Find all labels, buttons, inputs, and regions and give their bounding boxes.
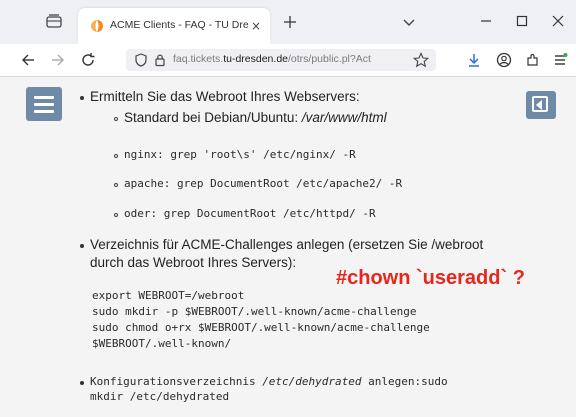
url-path: /otrs/public.pl?Act xyxy=(288,53,371,65)
favicon-icon xyxy=(91,20,103,32)
list-bullet xyxy=(80,244,84,248)
step-create-challenge-dir: Verzeichnis für ACME-Challenges anlegen … xyxy=(90,237,484,252)
apache-grep-command: apache: grep DocumentRoot /etc/apache2/ … xyxy=(124,177,403,190)
address-bar[interactable]: faq.tickets.tu-dresden.de/otrs/public.pl… xyxy=(126,49,436,71)
code-line: export WEBROOT=/webroot xyxy=(92,289,245,302)
sub-bullet xyxy=(114,117,118,121)
menu-line xyxy=(34,96,54,99)
debian-default-line: Standard bei Debian/Ubuntu: /var/www/htm… xyxy=(124,110,387,125)
code-line: sudo chmod o+rx $WEBROOT/.well-known/acm… xyxy=(92,321,430,334)
url-text[interactable]: faq.tickets.tu-dresden.de/otrs/public.pl… xyxy=(173,53,403,69)
config-dir-prefix: Konfigurationsverzeichnis xyxy=(90,375,263,388)
list-tabs-chevron-icon[interactable] xyxy=(402,15,416,29)
lock-icon[interactable] xyxy=(153,53,167,67)
step-determine-webroot: Ermitteln Sie das Webroot Ihres Webserve… xyxy=(90,89,360,104)
config-dir-command: mkdir /etc/dehydrated xyxy=(90,390,230,403)
browser-tab[interactable]: ACME Clients - FAQ - TU Dresd × xyxy=(78,8,270,44)
bookmark-star-icon[interactable] xyxy=(413,52,429,68)
url-prefix: faq.tickets. xyxy=(173,53,224,65)
tab-close-icon[interactable]: × xyxy=(249,19,263,33)
new-tab-icon[interactable] xyxy=(281,13,299,31)
tab-title: ACME Clients - FAQ - TU Dresd xyxy=(110,19,248,31)
tracking-shield-icon[interactable] xyxy=(134,53,148,67)
list-bullet xyxy=(80,381,84,385)
config-dir-path: /etc/dehydrated xyxy=(262,375,362,388)
debian-default-label: Standard bei Debian/Ubuntu: xyxy=(124,110,302,125)
debian-default-path: /var/www/html xyxy=(301,110,387,125)
menu-line xyxy=(34,103,54,106)
config-dir-suffix: anlegen:sudo xyxy=(361,375,448,388)
maximize-icon[interactable] xyxy=(515,14,529,28)
collapse-sidebar-button[interactable] xyxy=(526,91,556,119)
tab-overview-icon[interactable] xyxy=(46,14,62,28)
page-content: Ermitteln Sie das Webroot Ihres Webserve… xyxy=(0,77,576,417)
code-line: $WEBROOT/.well-known/ xyxy=(92,337,232,350)
sub-bullet xyxy=(114,183,118,187)
step-create-challenge-dir-cont: durch das Webroot Ihres Servers): xyxy=(90,255,297,270)
step-config-dir: Konfigurationsverzeichnis /etc/dehydrate… xyxy=(90,375,448,388)
menu-line xyxy=(34,110,54,113)
url-host: tu-dresden.de xyxy=(223,53,288,65)
back-arrow-icon[interactable] xyxy=(20,52,36,68)
nginx-grep-command: nginx: grep 'root\s' /etc/nginx/ -R xyxy=(124,148,356,161)
minimize-icon[interactable] xyxy=(479,14,493,28)
window-close-icon[interactable] xyxy=(551,14,565,28)
tab-bar: ACME Clients - FAQ - TU Dresd × xyxy=(0,0,576,44)
menu-icon[interactable] xyxy=(552,52,568,68)
handwritten-annotation: #chown `useradd` ? xyxy=(336,267,525,289)
code-line: sudo mkdir -p $WEBROOT/.well-known/acme-… xyxy=(92,305,417,318)
sub-bullet xyxy=(114,154,118,158)
reload-icon[interactable] xyxy=(80,52,96,68)
hamburger-menu-button[interactable] xyxy=(26,87,62,121)
collapse-arrow-icon xyxy=(536,100,542,110)
forward-arrow-icon[interactable] xyxy=(50,52,66,68)
list-bullet xyxy=(80,96,84,100)
httpd-grep-command: oder: grep DocumentRoot /etc/httpd/ -R xyxy=(124,207,376,220)
downloads-icon[interactable] xyxy=(466,52,482,68)
extensions-icon[interactable] xyxy=(525,52,541,68)
account-icon[interactable] xyxy=(496,52,512,68)
navigation-bar: faq.tickets.tu-dresden.de/otrs/public.pl… xyxy=(0,44,576,77)
sub-bullet xyxy=(114,213,118,217)
